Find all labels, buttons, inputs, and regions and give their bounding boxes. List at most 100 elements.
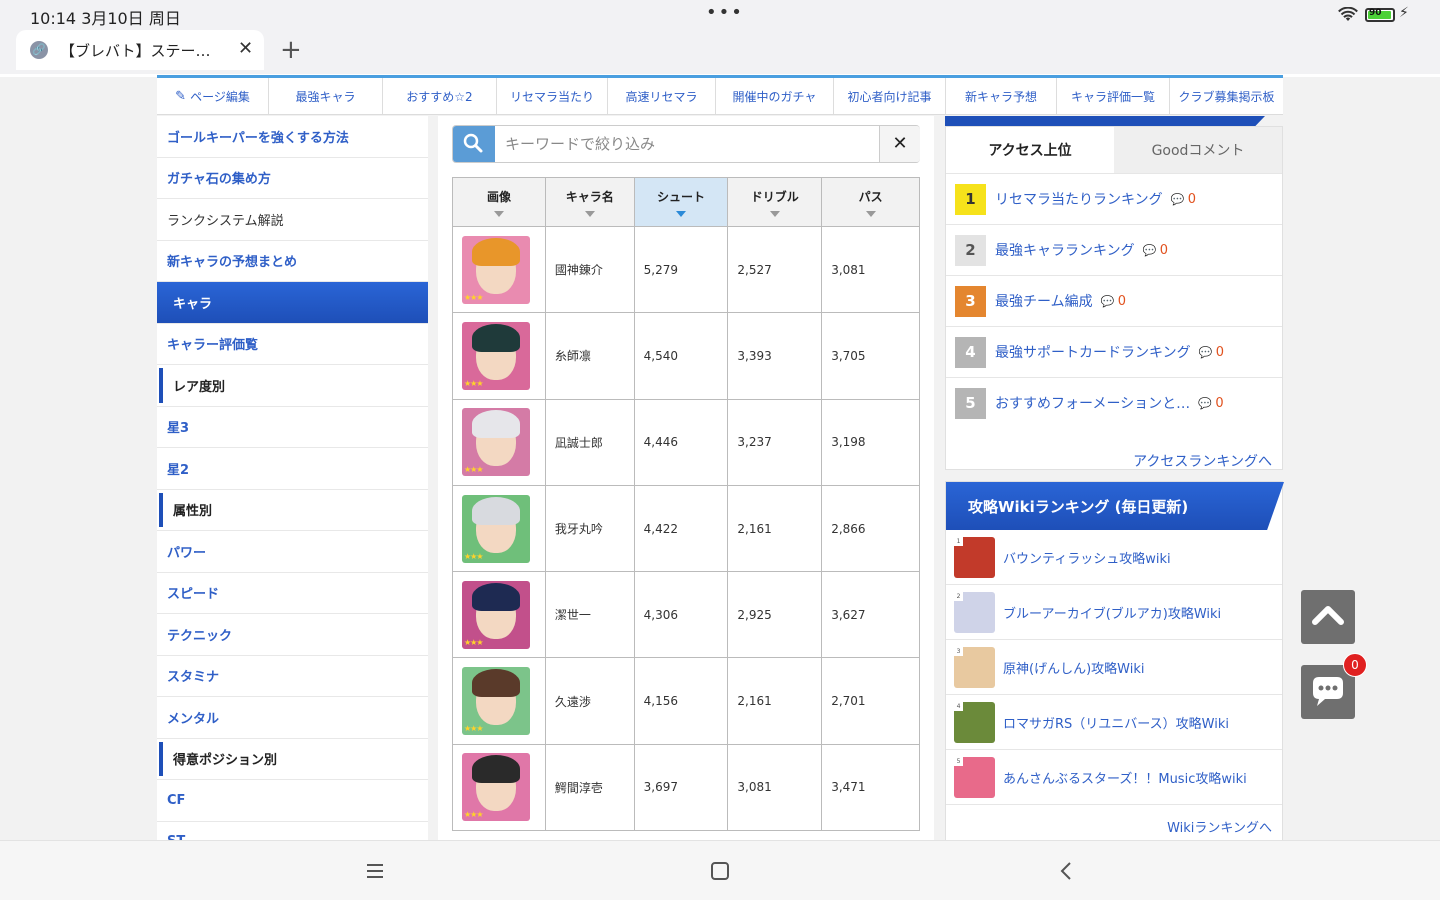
character-avatar[interactable]: ★★★ (462, 321, 530, 390)
sidebar-item[interactable]: 新キャラの予想まとめ (157, 241, 428, 282)
sidebar-item[interactable]: テクニック (157, 614, 428, 656)
wiki-thumbnail[interactable]: 4 (954, 701, 995, 743)
ranking-link[interactable]: 最強キャラランキング (995, 240, 1135, 260)
tab-close-icon[interactable]: ✕ (238, 38, 253, 59)
sidebar-item[interactable]: ゴールキーパーを強くする方法 (157, 116, 428, 158)
wiki-thumbnail[interactable]: 1 (954, 536, 995, 578)
search-icon[interactable] (453, 126, 495, 162)
access-ranking-link[interactable]: アクセスランキングへ (1133, 451, 1272, 471)
sidebar-item[interactable]: ST (157, 822, 428, 840)
nav-page-edit[interactable]: ✎ ページ編集 (157, 78, 269, 114)
wiki-item[interactable]: 5 あんさんぶるスターズ！！Music攻略wiki (946, 750, 1282, 805)
column-header-shoot[interactable]: シュート (633, 177, 729, 227)
home-icon[interactable] (708, 859, 732, 883)
character-avatar[interactable]: ★★★ (462, 753, 530, 822)
sidebar-item[interactable]: 星2 (157, 448, 428, 490)
character-image-cell[interactable]: ★★★ (452, 312, 546, 400)
wiki-thumbnail[interactable]: 5 (954, 756, 995, 798)
search-input[interactable] (497, 126, 877, 162)
sidebar-item[interactable]: 星3 (157, 407, 428, 448)
nav-new-char-forecast[interactable]: 新キャラ予想 (946, 78, 1057, 114)
character-name[interactable]: 鰐間淳壱 (544, 743, 635, 832)
character-name[interactable]: 我牙丸吟 (544, 484, 635, 573)
wiki-link[interactable]: 原神(げんしん)攻略Wiki (1003, 658, 1144, 677)
ranking-item[interactable]: 5 おすすめフォーメーションと… 💬 0 (946, 377, 1282, 428)
table-row[interactable]: ★★★ 凪誠士郎 4,446 3,237 3,198 (452, 398, 920, 486)
character-name[interactable]: 久遠渉 (544, 657, 635, 745)
ranking-item[interactable]: 1 リセマラ当たりランキング 💬 0 (946, 173, 1282, 224)
sidebar-item[interactable]: メンタル (157, 697, 428, 739)
character-image-cell[interactable]: ★★★ (452, 743, 546, 832)
nav-current-gacha[interactable]: 開催中のガチャ (716, 78, 834, 114)
more-dots-icon[interactable]: ••• (706, 2, 744, 23)
character-avatar[interactable]: ★★★ (462, 494, 530, 563)
sidebar-item[interactable]: CF (157, 780, 428, 822)
back-icon[interactable] (1054, 859, 1078, 883)
character-image-cell[interactable]: ★★★ (452, 484, 546, 573)
character-avatar[interactable]: ★★★ (462, 408, 530, 477)
nav-club-board[interactable]: クラブ募集掲示板 (1170, 78, 1283, 114)
table-row[interactable]: ★★★ 糸師凛 4,540 3,393 3,705 (452, 312, 920, 400)
nav-char-ratings[interactable]: キャラ評価一覧 (1057, 78, 1170, 114)
ranking-link[interactable]: 最強チーム編成 (995, 291, 1093, 311)
new-tab-plus-icon[interactable]: + (280, 35, 302, 65)
nav-strongest-chars[interactable]: 最強キャラ (269, 78, 383, 114)
sidebar-item[interactable]: ガチャ石の集め方 (157, 158, 428, 199)
table-row[interactable]: ★★★ 我牙丸吟 4,422 2,161 2,866 (452, 484, 920, 573)
wiki-thumbnail[interactable]: 3 (954, 646, 995, 688)
wiki-link[interactable]: ブルーアーカイブ(ブルアカ)攻略Wiki (1003, 603, 1221, 622)
wiki-item[interactable]: 4 ロマサガRS（リユニバース）攻略Wiki (946, 695, 1282, 750)
nav-recommended[interactable]: おすすめ☆2 (383, 78, 497, 114)
nav-beginner-articles[interactable]: 初心者向け記事 (834, 78, 946, 114)
wiki-item[interactable]: 2 ブルーアーカイブ(ブルアカ)攻略Wiki (946, 585, 1282, 640)
tab-good-comments[interactable]: Goodコメント (1114, 127, 1282, 173)
wiki-link[interactable]: バウンティラッシュ攻略wiki (1003, 548, 1171, 567)
column-header-dribble[interactable]: ドリブル (727, 177, 823, 227)
wiki-item[interactable]: 3 原神(げんしん)攻略Wiki (946, 640, 1282, 695)
ranking-item[interactable]: 2 最強キャラランキング 💬 0 (946, 224, 1282, 275)
sidebar-item[interactable]: キャラ (157, 282, 428, 324)
nav-reroll-hits[interactable]: リセマラ当たり (497, 78, 608, 114)
browser-tab[interactable]: 🔗 【ブレバト】ステー… ✕ (16, 30, 264, 70)
table-row[interactable]: ★★★ 國神錬介 5,279 2,527 3,081 (452, 225, 920, 314)
character-name[interactable]: 凪誠士郎 (544, 398, 635, 486)
sidebar-item[interactable]: パワー (157, 531, 428, 573)
wiki-ranking-link[interactable]: Wikiランキングへ (1167, 817, 1272, 836)
table-row[interactable]: ★★★ 久遠渉 4,156 2,161 2,701 (452, 657, 920, 745)
column-header-name[interactable]: キャラ名 (544, 177, 635, 227)
menu-icon[interactable] (363, 859, 387, 883)
sidebar-item[interactable]: ランクシステム解説 (157, 199, 428, 241)
character-image-cell[interactable]: ★★★ (452, 571, 546, 659)
ranking-link[interactable]: 最強サポートカードランキング (995, 342, 1191, 362)
clear-search-icon[interactable]: ✕ (879, 126, 920, 162)
character-name[interactable]: 糸師凛 (544, 312, 635, 400)
column-header-pass[interactable]: パス (821, 177, 920, 227)
character-name[interactable]: 潔世一 (544, 571, 635, 659)
sidebar-item[interactable]: スピード (157, 573, 428, 614)
ranking-item[interactable]: 4 最強サポートカードランキング 💬 0 (946, 326, 1282, 377)
ranking-item[interactable]: 3 最強チーム編成 💬 0 (946, 275, 1282, 326)
character-image-cell[interactable]: ★★★ (452, 657, 546, 745)
character-avatar[interactable]: ★★★ (462, 235, 530, 304)
nav-fast-reroll[interactable]: 高速リセマラ (608, 78, 716, 114)
table-row[interactable]: ★★★ 鰐間淳壱 3,697 3,081 3,471 (452, 743, 920, 832)
character-image-cell[interactable]: ★★★ (452, 225, 546, 314)
ranking-link[interactable]: おすすめフォーメーションと… (995, 393, 1190, 413)
sidebar-item[interactable]: キャラー評価覧 (157, 324, 428, 365)
scroll-top-button[interactable] (1301, 590, 1355, 644)
character-avatar[interactable]: ★★★ (462, 580, 530, 649)
character-image-cell[interactable]: ★★★ (452, 398, 546, 486)
character-avatar[interactable]: ★★★ (462, 667, 530, 736)
sort-arrow-icon (493, 210, 504, 217)
wiki-item[interactable]: 1 バウンティラッシュ攻略wiki (946, 530, 1282, 585)
wiki-thumbnail[interactable]: 2 (954, 591, 995, 633)
wiki-link[interactable]: ロマサガRS（リユニバース）攻略Wiki (1003, 713, 1229, 732)
column-header-image[interactable]: 画像 (452, 177, 546, 227)
character-name[interactable]: 國神錬介 (544, 225, 635, 314)
wiki-link[interactable]: あんさんぶるスターズ！！Music攻略wiki (1003, 768, 1247, 787)
ranking-link[interactable]: リセマラ当たりランキング (995, 189, 1163, 209)
table-row[interactable]: ★★★ 潔世一 4,306 2,925 3,627 (452, 571, 920, 659)
sidebar-item[interactable]: スタミナ (157, 656, 428, 697)
shoot-value: 4,306 (633, 571, 729, 659)
tab-access-top[interactable]: アクセス上位 (946, 127, 1114, 173)
